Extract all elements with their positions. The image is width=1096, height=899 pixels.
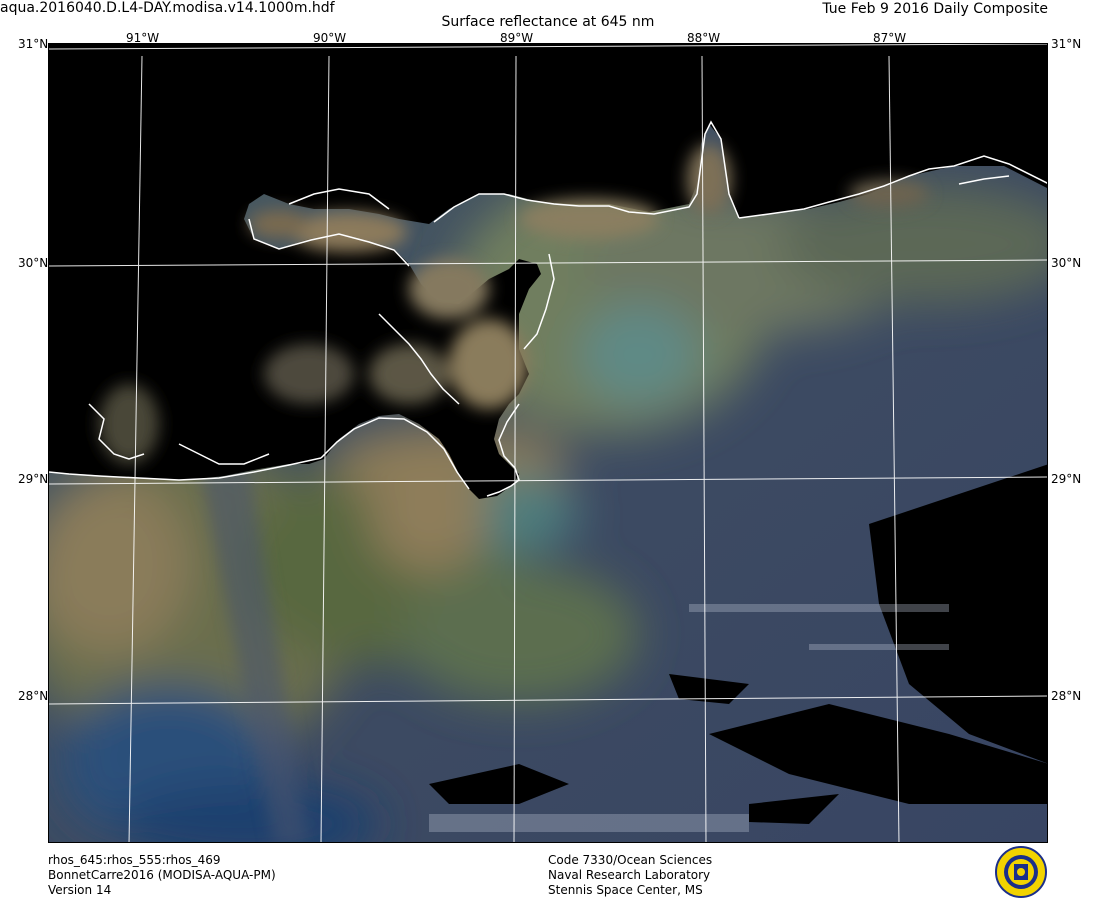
lat-label-30n-left: 30°N: [18, 256, 49, 270]
lat-label-28n-right: 28°N: [1051, 689, 1082, 703]
footer-location: Stennis Space Center, MS: [548, 883, 703, 897]
satellite-map[interactable]: [48, 43, 1048, 843]
footer-version: Version 14: [48, 883, 112, 897]
footer-organization: Code 7330/Ocean Sciences Naval Research …: [548, 853, 712, 898]
composite-date: Tue Feb 9 2016 Daily Composite: [822, 1, 1048, 17]
lat-label-28n-left: 28°N: [18, 689, 49, 703]
lat-label-30n-right: 30°N: [1051, 256, 1082, 270]
reflectance-image: [49, 44, 1047, 842]
lat-label-31n-left: 31°N: [18, 37, 49, 51]
footer-code: Code 7330/Ocean Sciences: [548, 853, 713, 867]
footer-product-info: rhos_645:rhos_555:rhos_469 BonnetCarre20…: [48, 853, 276, 898]
nrl-seal-icon: [995, 846, 1047, 898]
lat-label-29n-right: 29°N: [1051, 472, 1082, 486]
footer-bands: rhos_645:rhos_555:rhos_469: [48, 853, 221, 867]
footer-project: BonnetCarre2016 (MODISA-AQUA-PM): [48, 868, 276, 882]
lat-label-31n-right: 31°N: [1051, 37, 1082, 51]
footer-lab: Naval Research Laboratory: [548, 868, 711, 882]
lat-label-29n-left: 29°N: [18, 472, 49, 486]
